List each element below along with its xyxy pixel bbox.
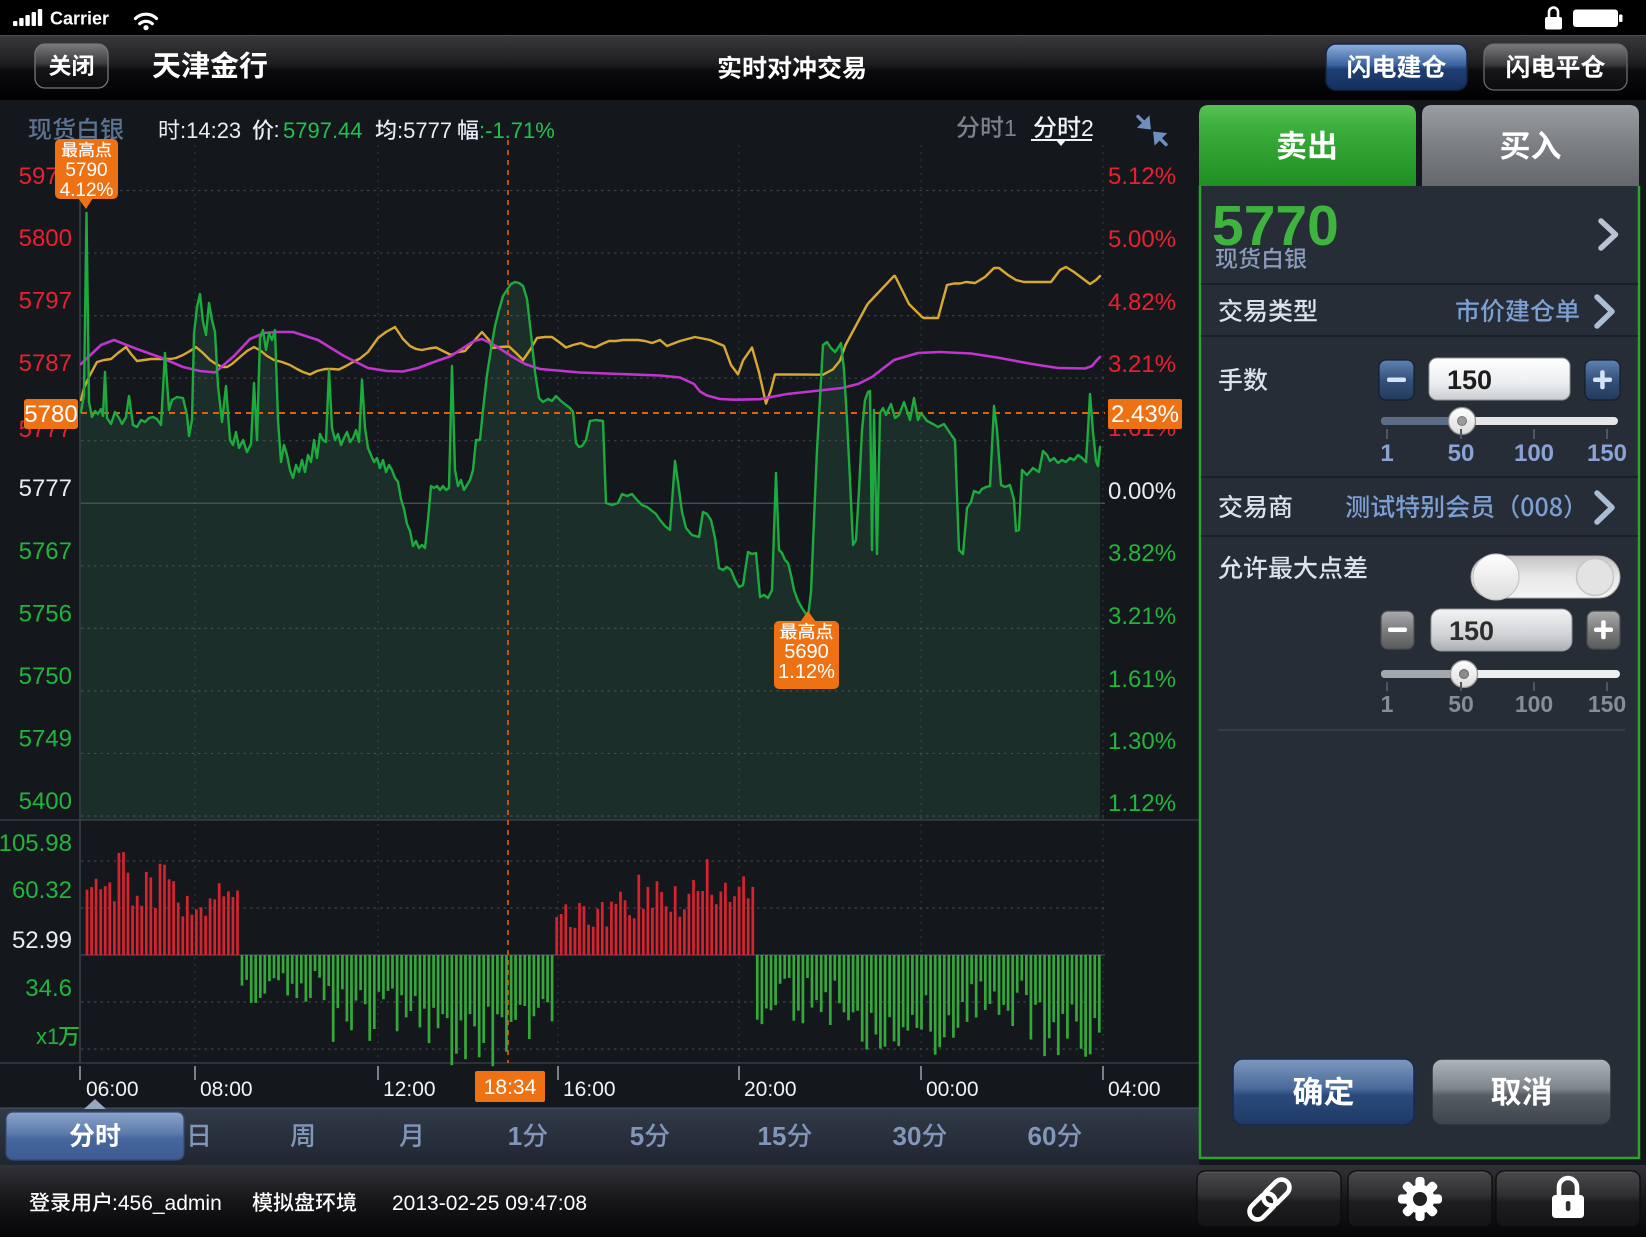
svg-text:3.21%: 3.21% [1108,603,1176,630]
svg-text:时:14:23: 时:14:23 [158,118,241,143]
svg-text:16:00: 16:00 [563,1078,616,1101]
svg-text:12:00: 12:00 [383,1078,436,1101]
svg-text:2013-02-25 09:47:08: 2013-02-25 09:47:08 [392,1192,587,1215]
svg-text:15: 15 [758,1121,787,1151]
svg-text:5787: 5787 [19,350,72,377]
svg-text::: : [273,117,279,142]
svg-text:20:00: 20:00 [744,1078,797,1101]
svg-text:3.21%: 3.21% [1108,351,1176,378]
svg-text:100: 100 [1514,440,1554,467]
svg-text:06:00: 06:00 [86,1078,139,1101]
svg-text:0.00%: 0.00% [1108,478,1176,505]
svg-text:1: 1 [508,1121,522,1151]
svg-text:5797.44: 5797.44 [283,118,363,143]
svg-text:5777: 5777 [19,475,72,502]
svg-text:08:00: 08:00 [200,1078,253,1101]
svg-text:52.99: 52.99 [12,927,72,954]
svg-text:5790: 5790 [65,160,107,181]
svg-text:5780: 5780 [24,401,77,428]
svg-text:60: 60 [1028,1121,1057,1151]
svg-text:5797: 5797 [19,288,72,315]
svg-text:4.82%: 4.82% [1108,289,1176,316]
svg-text:1.12%: 1.12% [1108,790,1176,817]
svg-text:18:34: 18:34 [484,1076,537,1099]
svg-text:2: 2 [1081,115,1094,141]
svg-text:150: 150 [1449,616,1494,646]
svg-text:4.12%: 4.12% [60,180,114,201]
svg-text:34.6: 34.6 [25,975,72,1002]
svg-text:5770: 5770 [1212,194,1339,258]
svg-text:30: 30 [893,1121,922,1151]
svg-text:60.32: 60.32 [12,877,72,904]
svg-text:5756: 5756 [19,601,72,628]
svg-text:5.00%: 5.00% [1108,226,1176,253]
svg-text:Carrier: Carrier [50,9,109,29]
svg-text:5750: 5750 [19,663,72,690]
svg-text:5767: 5767 [19,538,72,565]
svg-text:x1: x1 [36,1024,59,1049]
svg-text:1: 1 [1381,691,1394,717]
svg-text:2.43%: 2.43% [1111,401,1179,428]
svg-text:5690: 5690 [784,641,829,663]
svg-text:100: 100 [1515,691,1553,717]
svg-text:50: 50 [1448,440,1475,467]
svg-text:150: 150 [1587,440,1627,467]
svg-text::-1.71%: :-1.71% [479,118,555,143]
svg-text:1: 1 [1004,115,1017,141]
svg-text:150: 150 [1588,691,1626,717]
svg-text:00:00: 00:00 [926,1078,979,1101]
svg-text::5777: :5777 [397,118,452,143]
svg-text:5.12%: 5.12% [1108,163,1176,190]
svg-text:3.82%: 3.82% [1108,540,1176,567]
svg-text:1.61%: 1.61% [1108,666,1176,693]
svg-text:50: 50 [1448,691,1474,717]
svg-text:5: 5 [630,1121,644,1151]
svg-text:5749: 5749 [19,726,72,753]
svg-text:5800: 5800 [19,225,72,252]
svg-text:1.30%: 1.30% [1108,728,1176,755]
svg-text:1: 1 [1380,440,1393,467]
svg-text:1.12%: 1.12% [778,661,835,683]
svg-text:04:00: 04:00 [1108,1078,1161,1101]
svg-text:5400: 5400 [19,788,72,815]
svg-text::456_admin: :456_admin [112,1192,222,1215]
svg-text:105.98: 105.98 [0,830,72,857]
svg-text:150: 150 [1447,365,1492,395]
